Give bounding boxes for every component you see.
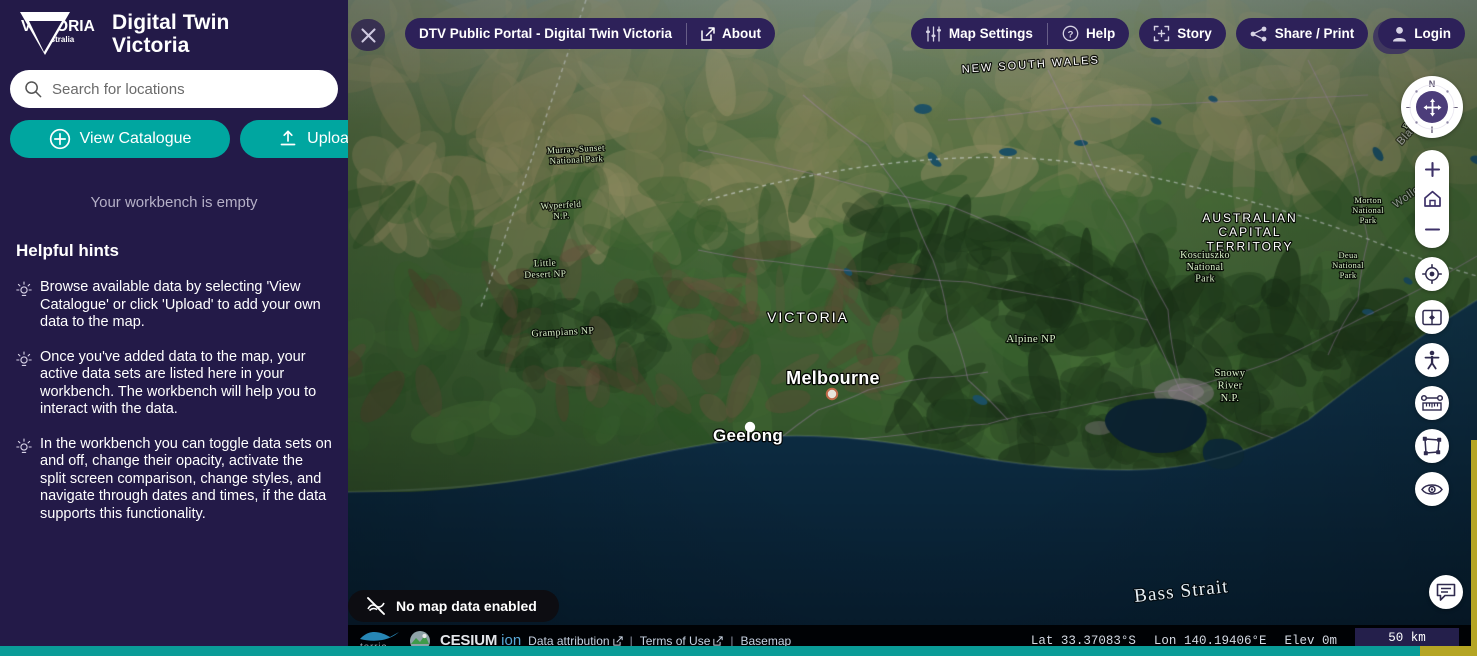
split-screen-icon [1422,309,1442,325]
no-map-data-badge: No map data enabled [348,590,559,622]
scale-label: 50 km [1388,630,1426,645]
lightbulb-icon [16,350,36,373]
my-location-button[interactable] [1415,257,1449,291]
map-viewport[interactable]: NEW SOUTH WALES VICTORIA AUSTRALIAN CAPITAL… [348,0,1477,656]
about-label: About [722,26,762,41]
bottom-right-accent [1420,646,1477,656]
helpful-hints-section: Helpful hints Browse available data by s… [16,241,332,523]
login-button[interactable]: Login [1378,18,1465,49]
hints-title: Helpful hints [16,241,119,260]
victoria-logo: VICTORIA Australia VICTORIA [8,9,104,59]
share-print-button[interactable]: Share / Print [1235,18,1369,49]
story-button-inner: Story [1139,18,1226,49]
location-search-bar[interactable] [10,70,338,108]
select-area-icon [1422,436,1442,456]
compass-control[interactable]: N I – – [1401,76,1463,138]
search-icon [25,81,42,98]
close-panel-button[interactable] [351,19,385,51]
plus-circle-icon [49,128,70,150]
hint-item: In the workbench you can toggle data set… [16,436,332,524]
zoom-in-button[interactable] [1415,154,1449,184]
top-left-toolbar: DTV Public Portal - Digital Twin Victori… [405,18,776,49]
settings-help-group: Map Settings ? Help [910,18,1130,49]
question-circle-icon: ? [1062,25,1079,42]
external-link-icon [701,26,715,41]
share-print-label: Share / Print [1274,26,1355,41]
my-location-icon [1422,264,1442,284]
app-root: NEW SOUTH WALES VICTORIA AUSTRALIAN CAPITAL… [0,0,1477,656]
lightbulb-icon [16,281,36,303]
pedestrian-button[interactable] [1415,343,1449,377]
sidebar-actions: View Catalogue Upload [10,120,348,158]
view-catalogue-label: View Catalogue [79,130,192,147]
portal-title-label: DTV Public Portal - Digital Twin Victori… [419,26,673,41]
search-input[interactable] [52,80,324,98]
visibility-button[interactable] [1415,472,1449,506]
upload-button[interactable]: Upload [240,120,348,158]
zoom-control-stack [1415,150,1449,248]
help-button[interactable]: ? Help [1048,18,1129,49]
feedback-chat-icon [1436,583,1456,601]
story-frame-icon [1154,25,1170,42]
measure-icon [1421,394,1443,411]
visibility-eye-icon [1421,483,1443,495]
right-edge-accent [1471,440,1477,656]
help-label: Help [1085,26,1116,41]
share-nodes-icon [1250,26,1267,41]
map-settings-button[interactable]: Map Settings [911,18,1047,49]
close-icon [360,27,376,43]
map-controls-stack: N I – – [1401,76,1463,506]
split-screen-button[interactable] [1415,300,1449,334]
top-right-toolbar: Map Settings ? Help Story Share / Print … [910,18,1465,49]
feedback-button[interactable] [1429,575,1463,609]
sliders-icon [925,25,941,42]
workbench-empty-message: Your workbench is empty [90,194,258,211]
zoom-out-button[interactable] [1415,214,1449,244]
lightbulb-icon [16,437,36,460]
external-link-icon-1 [612,635,623,646]
select-area-button[interactable] [1415,429,1449,463]
plus-icon [1424,161,1440,177]
upload-label: Upload [307,130,348,147]
about-button[interactable]: About [687,18,775,49]
workbench-sidebar: VICTORIA Australia VICTORIA Digital Twin… [0,0,348,646]
share-print-button-inner: Share / Print [1236,18,1369,49]
victoria-logo-icon: VICTORIA Australia VICTORIA [20,12,95,55]
upload-icon [280,130,296,146]
bottom-accent-bar [0,646,1424,656]
svg-text:?: ? [1068,29,1074,40]
hint-item: Browse available data by selecting 'View… [16,279,332,332]
map-settings-label: Map Settings [948,26,1033,41]
hint-text: In the workbench you can toggle data set… [40,435,332,522]
home-icon [1423,190,1441,207]
story-label: Story [1177,26,1212,41]
app-title: Digital Twin Victoria [112,11,230,57]
login-button-inner: Login [1378,18,1465,49]
map-globe-canvas[interactable] [348,0,1477,656]
portal-title-button[interactable]: DTV Public Portal - Digital Twin Victori… [405,18,686,49]
hint-text: Browse available data by selecting 'View… [40,279,321,330]
view-catalogue-button[interactable]: View Catalogue [10,120,230,158]
portal-pill-group: DTV Public Portal - Digital Twin Victori… [405,18,776,49]
no-data-slash-icon [367,597,385,615]
minus-icon [1424,227,1440,231]
hint-text: Once you've added data to the map, your … [40,348,317,418]
brand-header: VICTORIA Australia VICTORIA Digital Twin… [0,0,348,62]
compass-dots [1409,84,1455,130]
measure-button[interactable] [1415,386,1449,420]
pedestrian-icon [1424,350,1440,370]
home-view-button[interactable] [1415,184,1449,214]
hint-item: Once you've added data to the map, your … [16,349,332,419]
login-label: Login [1414,26,1451,41]
external-link-icon-2 [713,635,724,646]
no-map-data-label: No map data enabled [396,598,537,614]
user-icon [1393,26,1407,41]
story-button[interactable]: Story [1139,18,1226,49]
